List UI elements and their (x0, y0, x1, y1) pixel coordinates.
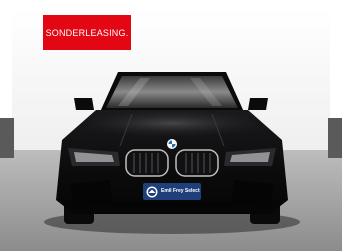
dealer-license-plate: Emil Frey Select (143, 183, 201, 200)
badge-label: SONDERLEASING. (45, 27, 129, 38)
plate-text: Emil Frey Select (161, 188, 200, 194)
photo-frame: SONDERLEASING. Emil Frey Select (0, 0, 342, 251)
emil-frey-logo-icon (146, 186, 158, 197)
sonderleasing-badge: SONDERLEASING. (43, 15, 131, 50)
